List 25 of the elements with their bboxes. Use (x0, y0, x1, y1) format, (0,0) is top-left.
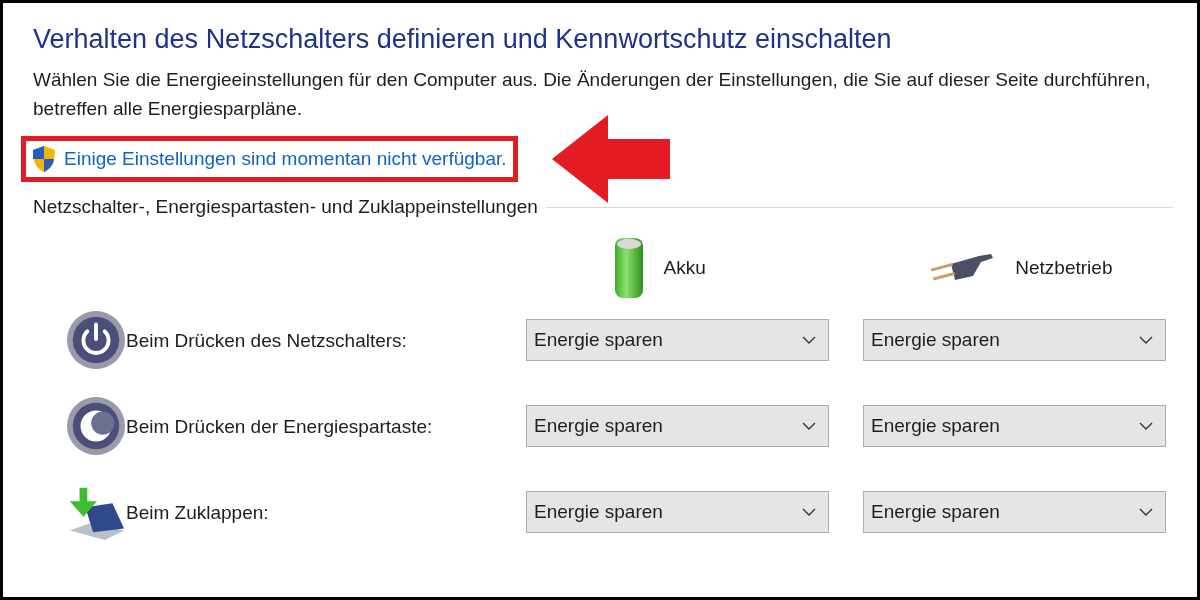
chevron-down-icon (802, 422, 816, 431)
option-dropdown[interactable]: Energie sparen (863, 491, 1166, 534)
option-dropdown[interactable]: Energie sparen (526, 319, 829, 362)
chevron-down-icon (802, 336, 816, 345)
settings-unavailable-link[interactable]: Einige Einstellungen sind momentan nicht verfügbar. (64, 144, 507, 173)
setting-label: Beim Drücken des Netzschalters: (126, 328, 408, 353)
page-title: Verhalten des Netzschalters definieren und Kennwortschutz einschalten (33, 23, 893, 56)
description-text: Wählen Sie die Energieeinstellungen für den Computer aus. Die Änderungen der Einstellungen, die Sie auf dieser Seite durchführen, betreffen alle Energiesparpläne. (33, 67, 1152, 121)
moon-icon (66, 395, 126, 458)
section-title: Netzschalter-, Energiespartasten- und Zuklappeinstellungen (33, 194, 538, 219)
chevron-down-icon (1139, 336, 1153, 345)
chevron-down-icon (1139, 508, 1153, 517)
shield-icon (32, 144, 56, 173)
option-dropdown[interactable]: Energie sparen (526, 491, 829, 534)
setting-label: Beim Drücken der Energiespartaste: (126, 414, 434, 439)
chevron-down-icon (802, 508, 816, 517)
power-icon (66, 309, 126, 372)
option-dropdown[interactable]: Energie sparen (863, 405, 1166, 448)
option-dropdown[interactable]: Energie sparen (526, 405, 829, 448)
chevron-down-icon (1139, 422, 1153, 431)
column-header: Netzbetrieb (1015, 256, 1113, 280)
column-header: Akku (663, 256, 706, 280)
option-dropdown[interactable]: Energie sparen (863, 319, 1166, 362)
battery-icon (613, 236, 644, 301)
setting-label: Beim Zuklappen: (126, 500, 270, 525)
